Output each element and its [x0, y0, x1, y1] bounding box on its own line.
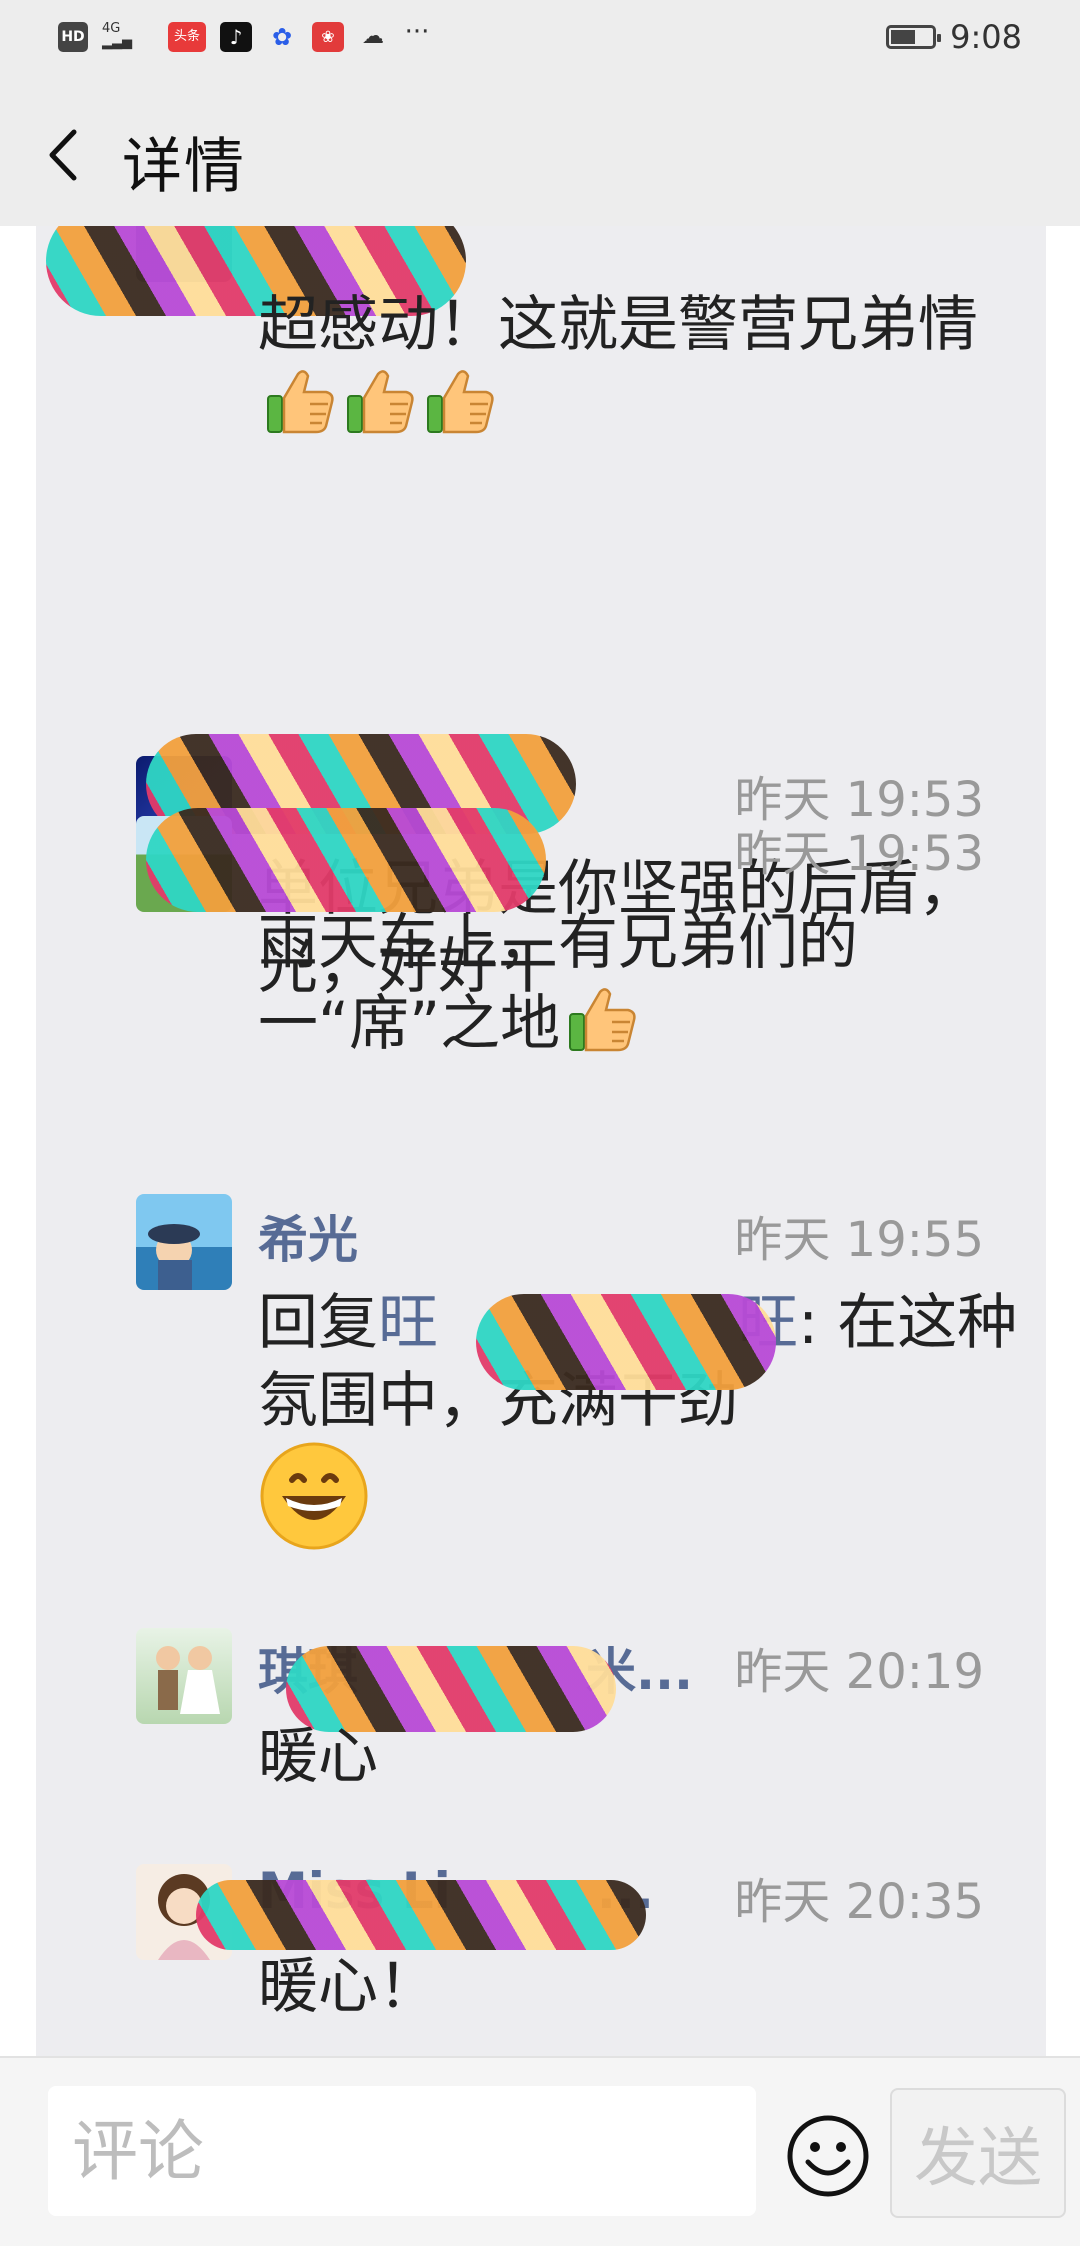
network-type-label: 4G	[102, 21, 121, 36]
reply-target[interactable]: 旺	[378, 1288, 438, 1358]
clock: 9:08	[950, 18, 1022, 56]
comment-text: 雨天车上，有兄弟们的一“席”之地	[258, 904, 1028, 1063]
send-button[interactable]: 发送	[890, 2088, 1066, 2218]
page-title: 详情	[122, 132, 246, 202]
reply-prefix: 回复	[258, 1288, 378, 1358]
comment-item: 昨天 19:53 单位兄弟是你坚强的后盾，光，好好干	[36, 496, 1046, 1002]
redaction-mark	[476, 1294, 776, 1390]
avatar-art	[148, 1224, 200, 1290]
baidu-icon: ✿	[271, 23, 293, 51]
avatar[interactable]	[136, 1194, 232, 1290]
comment-input[interactable]	[48, 2086, 756, 2216]
redaction-mark	[146, 808, 546, 912]
comment-item: Miss Li... 昨天 20:35 暖心！	[36, 1862, 1046, 2056]
comment-card: 超感动！这就是警营兄弟情 昨天 19:53 单位兄弟是你坚强的后盾，光，好好干 …	[36, 226, 1046, 2056]
comment-item: 希光 昨天 19:55 回复旺旺: 在这种氛围中，充满干劲	[36, 1194, 1046, 1614]
status-bar: HD 4G ▂▃▅ 头条 ♪ ✿ ❀ ☁ ··· 9:08	[0, 0, 1080, 80]
more-notifications-icon: ···	[404, 17, 430, 47]
avatar[interactable]	[136, 1628, 232, 1724]
thumbs-group	[258, 370, 498, 441]
comment-time: 昨天 20:35	[734, 1874, 984, 1930]
cloud-icon: ☁	[362, 24, 384, 49]
comment-text: 超感动！这就是警营兄弟情	[258, 286, 1028, 445]
commenter-name[interactable]: 希光	[258, 1200, 358, 1272]
toutiao-icon: 头条	[168, 22, 206, 52]
comment-time: 昨天 19:53	[734, 826, 984, 882]
comment-item: 昨天 19:53 雨天车上，有兄弟们的一“席”之地	[36, 808, 1046, 1136]
comment-item: 琪琪米... 昨天 20:19 暖心	[36, 1628, 1046, 1858]
battery-fill	[891, 30, 916, 44]
thumbs-up-icon	[347, 370, 414, 434]
back-arrow-icon[interactable]	[40, 120, 90, 190]
comment-time: 昨天 20:19	[734, 1644, 984, 1700]
thumbs-up-icon	[267, 370, 334, 434]
tiktok-icon: ♪	[220, 22, 252, 52]
comment-text-body: 雨天车上，有兄弟们的一“席”之地	[258, 908, 858, 1059]
avatar-art	[156, 1646, 220, 1714]
grinning-face-icon	[260, 1442, 368, 1550]
comment-text-body: 超感动！这就是警营兄弟情	[258, 290, 978, 360]
comment-bar: 发送	[0, 2056, 1080, 2246]
status-icons-left: HD 4G ▂▃▅ 头条 ♪ ✿ ❀ ☁ ···	[58, 17, 432, 52]
status-icons-right: 9:08	[886, 18, 1022, 56]
thumbs-up-icon	[569, 988, 636, 1052]
thumbs-up-icon	[427, 370, 494, 434]
title-bar: 详情	[0, 80, 1080, 226]
comment-text: 暖心！	[258, 1952, 438, 2022]
battery-icon	[886, 25, 942, 49]
huawei-icon: ❀	[312, 22, 344, 52]
comment-text: 暖心	[258, 1722, 378, 1792]
hd-icon: HD	[58, 22, 88, 52]
emoji-icon[interactable]	[786, 2114, 870, 2198]
thumbs-group	[560, 988, 640, 1059]
signal-icon: 4G ▂▃▅	[102, 21, 132, 50]
comment-list[interactable]: 超感动！这就是警营兄弟情 昨天 19:53 单位兄弟是你坚强的后盾，光，好好干 …	[0, 226, 1080, 2056]
comment-time: 昨天 19:55	[734, 1212, 984, 1268]
redaction-mark	[196, 1880, 646, 1950]
